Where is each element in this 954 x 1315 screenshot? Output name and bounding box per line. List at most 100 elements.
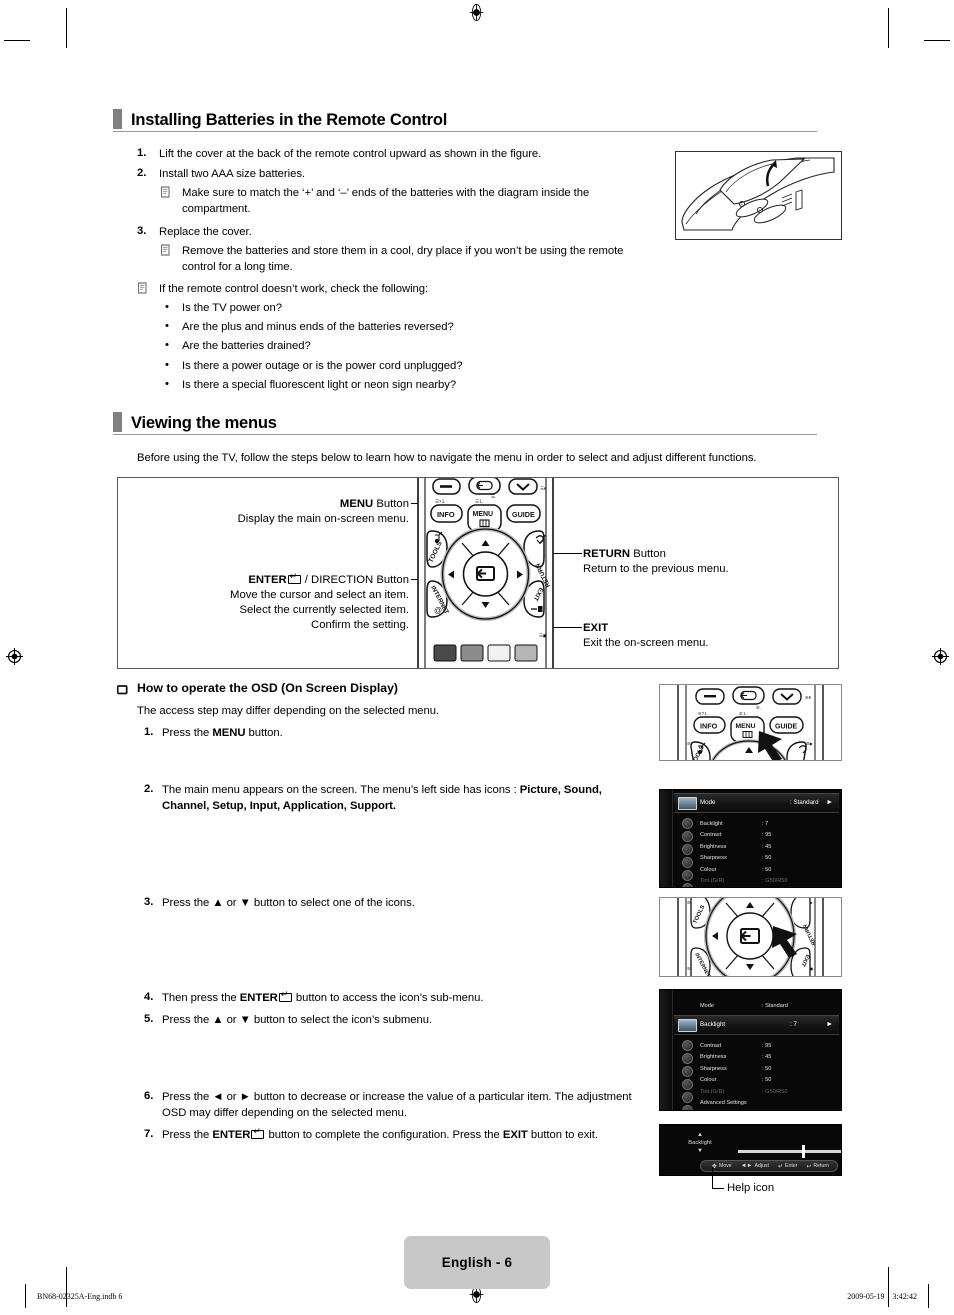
bullet-text: Is there a special fluorescent light or … <box>182 379 457 391</box>
step-number: 1. <box>144 726 154 738</box>
osd-row[interactable]: Contrast: 95 <box>700 830 837 841</box>
section-title-text: Viewing the menus <box>131 413 277 432</box>
return-icon: ↩ <box>806 1163 812 1170</box>
crop-mark-top-right <box>888 8 889 48</box>
contrast-icon <box>681 1040 693 1051</box>
crop-mark-bottom-right <box>888 1267 889 1307</box>
step-number: 3. <box>137 225 147 237</box>
osd-section-heading: How to operate the OSD (On Screen Displa… <box>137 681 399 695</box>
bullet-marker: • <box>165 359 169 371</box>
brightness-icon <box>681 844 693 855</box>
help-icon-label: Help icon <box>727 1182 775 1194</box>
svg-text:MENU: MENU <box>473 511 494 518</box>
enter-key-icon <box>287 572 301 584</box>
osd-row[interactable]: Backlight: 7 <box>700 819 837 830</box>
remote-control-illustration: ☰?⒈ ☰⒈ ☰€ ☰. INFO MENU GUIDE ☰◀ ☰▶ ☰◼ <box>413 478 558 668</box>
registration-mark-right-icon <box>932 648 949 665</box>
step-number: 5. <box>144 1013 154 1025</box>
callout-exit-desc: Exit the on-screen menu. <box>583 636 709 651</box>
osd-highlight-row[interactable]: Mode : Standard ► <box>674 793 839 813</box>
svg-text:☰⒈: ☰⒈ <box>739 711 747 716</box>
svg-text:☰.: ☰. <box>491 494 496 499</box>
callout-return-desc: Return to the previous menu. <box>583 562 729 577</box>
advanced-settings-icon <box>681 1105 693 1110</box>
help-item-adjust[interactable]: ◄► Adjust <box>741 1163 769 1169</box>
osd-row[interactable]: Advanced Settings <box>700 1098 837 1109</box>
backlight-slider-track[interactable] <box>738 1150 841 1153</box>
bullet-marker: • <box>165 339 169 351</box>
section-heading-install-batteries: Installing Batteries in the Remote Contr… <box>113 109 817 129</box>
osd-section-bullet-icon <box>116 682 128 700</box>
osd-top-row: Mode: Standard <box>700 1001 837 1012</box>
step-text: Lift the cover at the back of the remote… <box>159 148 542 160</box>
chevron-right-icon: ► <box>826 1021 833 1028</box>
sharpness-icon <box>681 857 693 868</box>
help-item-enter[interactable]: ↵ Enter <box>778 1163 797 1170</box>
osd-row[interactable]: Mode: Standard <box>700 1001 837 1012</box>
callout-suffix: / DIRECTION Button <box>301 574 409 586</box>
svg-text:☰◼: ☰◼ <box>539 633 547 638</box>
step-text: Press the MENU button. <box>162 727 283 739</box>
help-item-return[interactable]: ↩ Return <box>806 1163 829 1170</box>
bullet-text: Are the batteries drained? <box>182 340 311 352</box>
svg-text:GUIDE: GUIDE <box>775 724 798 731</box>
osd-row-list: Contrast: 95 Brightness: 45 Sharpness: 5… <box>700 1041 837 1110</box>
help-label: Adjust <box>754 1163 769 1169</box>
osd-row[interactable]: Colour: 50 <box>700 865 837 876</box>
svg-text:MENU: MENU <box>736 723 756 730</box>
note-text: Make sure to match the ‘+’ and ‘–’ ends … <box>182 187 590 215</box>
footer-rule-left <box>25 1284 26 1308</box>
registration-mark-top-icon <box>468 4 485 21</box>
osd-row[interactable]: Contrast: 95 <box>700 1041 837 1052</box>
osd-row[interactable]: Advanced Settings <box>700 887 837 888</box>
bullet-marker: • <box>165 301 169 313</box>
osd-row[interactable]: Brightness: 45 <box>700 842 837 853</box>
callout-desc-text: Select the currently selected item. <box>239 604 409 616</box>
footer-timestamp: 2009-05-19 3:42:42 <box>847 1292 917 1301</box>
svg-text:GUIDE: GUIDE <box>512 510 535 519</box>
figure-remote-menu-press: ☰?⒈☰⒈ ☰€☰. ☰◀☰▶ INFO MENU GUIDE TOOLS <box>659 684 842 761</box>
step-number: 3. <box>144 896 154 908</box>
svg-text:INFO: INFO <box>700 722 718 731</box>
step-number: 2. <box>137 167 147 179</box>
osd-section-subtitle: The access step may differ depending on … <box>137 705 440 717</box>
colour-icon <box>681 1079 693 1090</box>
chevron-right-icon: ► <box>826 799 833 806</box>
callout-desc-text: Display the main on-screen menu. <box>237 513 409 525</box>
callout-title: ENTER <box>248 574 287 586</box>
footer-filename: BN68-02325A-Eng.indb 6 <box>37 1292 123 1301</box>
osd-row[interactable]: Sharpness: 50 <box>700 853 837 864</box>
callout-title: MENU <box>339 498 374 510</box>
osd-row[interactable]: Colour: 50 <box>700 1075 837 1086</box>
osd-highlight-row[interactable]: Backlight : 7 ► <box>674 1015 839 1035</box>
svg-text:☰▶: ☰▶ <box>806 741 814 746</box>
svg-text:☰.: ☰. <box>756 705 761 710</box>
crop-mark-bottom-left <box>66 1267 67 1307</box>
callout-title: RETURN <box>583 548 631 560</box>
colour-icon <box>681 870 693 881</box>
backlight-slider-knob[interactable] <box>802 1145 805 1158</box>
callout-menu-button: MENU Button <box>194 497 409 512</box>
callout-exit-button: EXIT <box>583 621 608 636</box>
step-text: Install two AAA size batteries. <box>159 168 306 180</box>
callout-suffix: Button <box>373 498 409 510</box>
osd-row[interactable]: Picture Options <box>700 1109 837 1110</box>
enter-icon: ↵ <box>777 1163 783 1170</box>
callout-desc-text: Return to the previous menu. <box>583 563 729 575</box>
osd-row[interactable]: Sharpness: 50 <box>700 1064 837 1075</box>
osd-picture-menu-screenshot: Picture Mode : Standard ► Backlight: 7 C… <box>659 789 842 888</box>
callout-enter-desc-1: Move the cursor and select an item. <box>158 588 409 603</box>
picture-tv-icon <box>678 797 697 810</box>
osd-sidebar: Picture <box>660 990 673 1110</box>
osd-row[interactable]: Brightness: 45 <box>700 1052 837 1063</box>
osd-highlight-value: : Standard <box>790 799 819 806</box>
callout-title: EXIT <box>583 622 609 634</box>
callout-desc-text: Move the cursor and select an item. <box>230 589 409 601</box>
svg-text:☰⒈: ☰⒈ <box>475 499 483 504</box>
battery-compartment-figure: + + <box>675 151 842 240</box>
section-title-text: Installing Batteries in the Remote Contr… <box>131 110 448 129</box>
bullet-marker: • <box>165 320 169 332</box>
slider-label: Backlight <box>688 1140 712 1146</box>
enter-key-icon <box>278 990 292 1002</box>
step-number: 2. <box>144 783 154 795</box>
